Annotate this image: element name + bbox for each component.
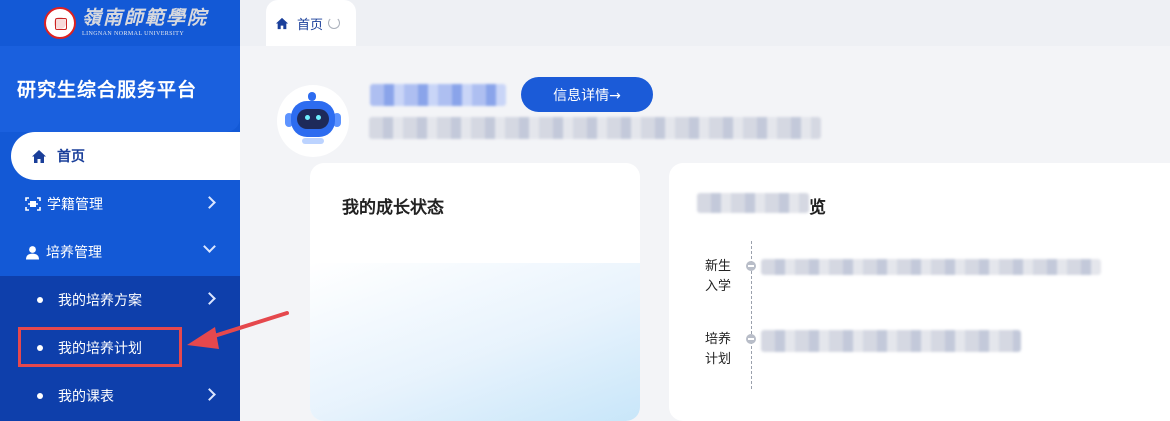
submenu-item-label: 我的培养方案 [58,293,142,309]
university-logo: 嶺南師範學院 LINGNAN NORMAL UNIVERSITY [44,7,208,39]
platform-title-block: 研究生综合服务平台 [0,46,240,132]
bullet-icon [37,393,43,399]
annotation-arrow-icon [187,311,289,349]
refresh-icon[interactable] [328,17,341,29]
university-name-en: LINGNAN NORMAL UNIVERSITY [82,31,185,37]
sidebar-item-student-records[interactable]: 学籍管理 [0,180,240,228]
timeline-title-redacted [697,193,809,213]
chevron-down-icon [203,240,216,253]
timeline-title-suffix: 览 [809,198,826,218]
timeline-stage-detail-redacted [761,330,1021,352]
sidebar-item-training[interactable]: 培养管理 [0,228,240,276]
user-name-redacted [370,84,506,106]
info-detail-button-label: 信息详情→ [553,87,621,104]
university-name-cn: 嶺南師範學院 [82,7,209,29]
chevron-right-icon [203,388,216,401]
robot-antenna-icon [308,92,316,101]
avatar [277,85,349,157]
training-timeline-card: 览 新生入学 培养计划 [669,163,1170,421]
timeline-stage-label: 新生入学 [704,259,731,294]
user-info-redacted [369,117,821,139]
info-detail-button[interactable]: 信息详情→ [521,77,653,112]
bullet-icon [37,297,43,303]
tab-home[interactable]: 首页 [266,0,356,46]
timeline-marker-icon [746,261,756,271]
timeline-marker-icon [746,334,756,344]
university-seal-icon [44,7,76,39]
growth-status-card: 我的成长状态 [310,163,640,421]
submenu-item-label: 我的课表 [58,389,114,405]
robot-icon [291,101,335,137]
home-icon [275,17,289,29]
sidebar-item-label: 学籍管理 [47,197,103,213]
growth-card-title: 我的成长状态 [342,198,444,218]
chevron-right-icon [203,196,216,209]
home-icon [32,149,46,163]
chevron-right-icon [203,292,216,305]
timeline-stage-label: 培养计划 [704,332,731,367]
robot-base-icon [302,138,324,144]
timeline-stage-detail-redacted [761,259,1101,275]
sidebar-item-home[interactable]: 首页 [11,132,240,180]
sidebar-item-label: 培养管理 [46,245,102,261]
submenu-item-timetable[interactable]: 我的课表 [0,372,240,420]
sidebar-item-home-label: 首页 [57,149,85,165]
tab-home-label: 首页 [297,17,324,33]
user-icon [26,245,39,259]
platform-title: 研究生综合服务平台 [17,79,198,101]
id-scan-icon [25,197,41,211]
tab-bar [240,0,1170,46]
annotation-highlight-box [18,327,182,367]
